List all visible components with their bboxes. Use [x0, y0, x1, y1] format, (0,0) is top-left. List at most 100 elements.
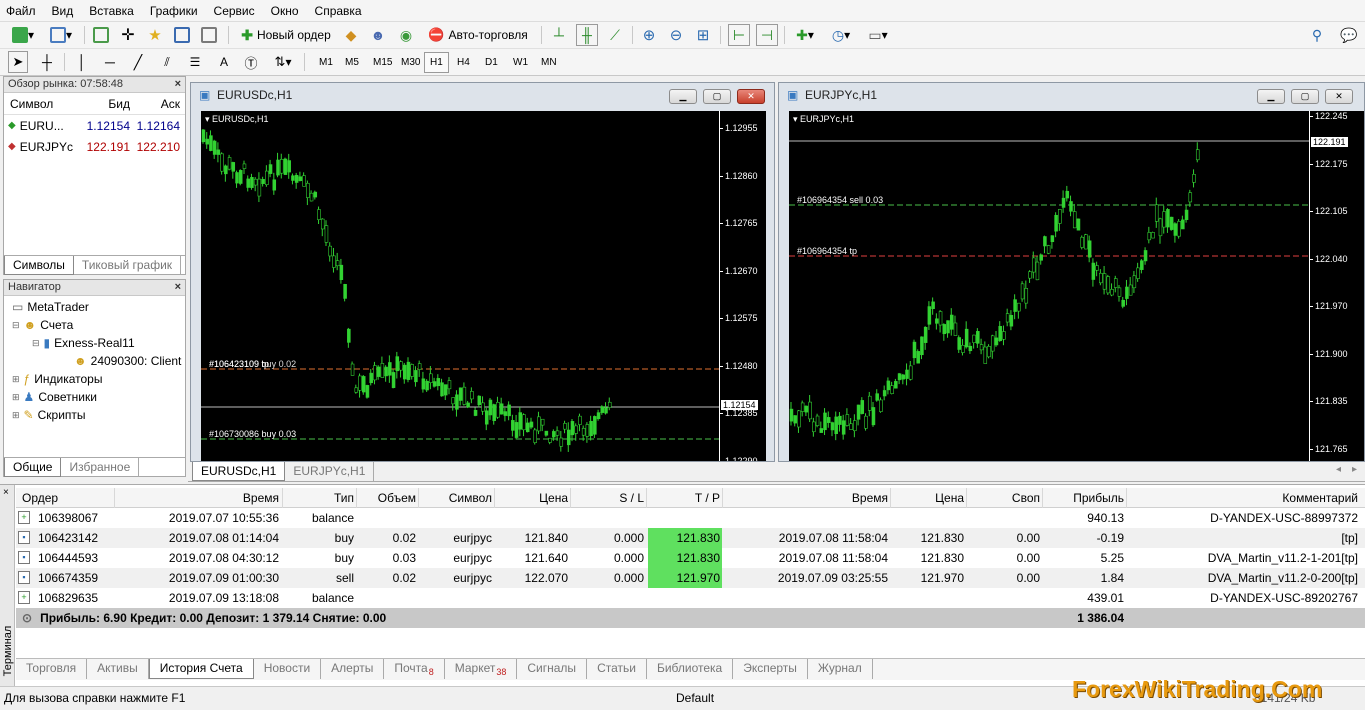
table-row[interactable]: ▪ 106674359 2019.07.09 01:00:30 sell 0.02 eur…: [16, 568, 1365, 588]
nav-scripts[interactable]: ⊞ ✎ Скрипты: [12, 406, 86, 424]
column-header[interactable]: T / P: [648, 488, 720, 508]
menu-tools[interactable]: Сервис: [214, 4, 255, 18]
community-button[interactable]: ☻: [367, 24, 389, 46]
table-row[interactable]: ▪ 106444593 2019.07.08 04:30:12 buy 0.03 eurj…: [16, 548, 1365, 568]
periods-button[interactable]: ◷ ▾: [826, 24, 856, 46]
nav-server[interactable]: ⊟ ▮ Exness-Real11: [32, 334, 135, 352]
market-watch-button[interactable]: [90, 24, 112, 46]
close-button[interactable]: ✕: [1325, 89, 1353, 104]
column-header[interactable]: Прибыль: [1044, 488, 1124, 508]
table-row[interactable]: +106829635 2019.07.09 13:18:08 balance 439.…: [16, 588, 1365, 608]
timeframe-d1-button[interactable]: D1: [480, 52, 503, 73]
indicators-button[interactable]: ✚ ▾: [790, 24, 820, 46]
new-order-button[interactable]: ✚ Новый ордер: [236, 24, 336, 46]
menu-charts[interactable]: Графики: [150, 4, 198, 18]
terminal-tab-11[interactable]: Журнал: [808, 659, 873, 680]
metaeditor-button[interactable]: ◆: [340, 24, 362, 46]
terminal-tab-4[interactable]: Алерты: [321, 659, 385, 680]
terminal-tab-0[interactable]: Торговля: [16, 659, 88, 680]
close-icon[interactable]: ×: [175, 280, 181, 295]
auto-trading-button[interactable]: ⛔ Авто-торговля: [423, 24, 533, 46]
chart-window-eurjpy[interactable]: ▣ EURJPYc,H1 ▁ ▢ ✕ ▾ EURJPYc,H1 #10696435…: [778, 82, 1365, 462]
table-row[interactable]: ▪ 106423142 2019.07.08 01:14:04 buy 0.02 eurj…: [16, 528, 1365, 548]
nav-experts[interactable]: ⊞ ♟ Советники: [12, 388, 97, 406]
column-header[interactable]: Цена: [496, 488, 568, 508]
menu-file[interactable]: Файл: [6, 4, 36, 18]
line-chart-button[interactable]: ⟋: [604, 24, 626, 46]
terminal-tab-2[interactable]: История Счета: [148, 659, 254, 680]
column-header[interactable]: Своп: [968, 488, 1040, 508]
close-button[interactable]: ✕: [737, 89, 765, 104]
terminal-tab-8[interactable]: Статьи: [587, 659, 647, 680]
column-header[interactable]: Время: [724, 488, 888, 508]
column-header[interactable]: Цена: [892, 488, 964, 508]
terminal-tab-10[interactable]: Эксперты: [733, 659, 808, 680]
terminal-tab-7[interactable]: Сигналы: [517, 659, 588, 680]
column-header[interactable]: S / L: [572, 488, 644, 508]
nav-accounts[interactable]: ⊟ ☻ Счета: [12, 316, 73, 334]
chart-window-eurusd[interactable]: ▣ EURUSDc,H1 ▁ ▢ ✕ ▾ EURUSDc,H1 #10642310…: [190, 82, 775, 462]
zoom-out-button[interactable]: ⊖: [665, 24, 687, 46]
close-icon[interactable]: ×: [3, 487, 9, 498]
tab-common[interactable]: Общие: [4, 458, 62, 477]
chart-shift-button[interactable]: ⊣: [756, 24, 778, 46]
timeframe-h4-button[interactable]: H4: [452, 52, 475, 73]
strategy-tester-button[interactable]: [198, 24, 220, 46]
timeframe-m15-button[interactable]: M15: [368, 52, 397, 73]
nav-metatrader[interactable]: ▭ MetaTrader: [12, 298, 89, 316]
zoom-in-button[interactable]: ⊕: [638, 24, 660, 46]
minimize-button[interactable]: ▁: [669, 89, 697, 104]
timeframe-m5-button[interactable]: M5: [340, 52, 364, 73]
data-window-button[interactable]: ✛: [117, 24, 139, 46]
timeframe-mn-button[interactable]: MN: [536, 52, 562, 73]
terminal-tab-3[interactable]: Новости: [254, 659, 322, 680]
navigator-button[interactable]: ★: [144, 24, 166, 46]
terminal-tab-9[interactable]: Библиотека: [647, 659, 734, 680]
tab-symbols[interactable]: Символы: [4, 256, 74, 275]
column-header[interactable]: Комментарий: [1128, 488, 1358, 508]
column-header[interactable]: Тип: [284, 488, 354, 508]
column-header[interactable]: Объем: [358, 488, 416, 508]
text-button[interactable]: A: [214, 51, 234, 73]
close-icon[interactable]: ×: [175, 77, 181, 92]
menu-view[interactable]: Вид: [52, 4, 74, 18]
col-ask[interactable]: Аск: [130, 97, 180, 111]
chat-button[interactable]: 💬: [1336, 24, 1362, 46]
autoscroll-button[interactable]: ⊢: [728, 24, 750, 46]
channel-button[interactable]: ⫽: [156, 51, 178, 73]
search-button[interactable]: ⚲: [1306, 24, 1328, 46]
candles-button[interactable]: ╫: [576, 24, 598, 46]
scroll-right-icon[interactable]: ▸: [1352, 464, 1357, 475]
nav-indicators[interactable]: ⊞ ƒ Индикаторы: [12, 370, 102, 388]
trendline-button[interactable]: ╱: [128, 51, 148, 73]
arrows-button[interactable]: ⇅ ▾: [268, 51, 298, 73]
col-symbol[interactable]: Символ: [4, 97, 80, 111]
timeframe-m1-button[interactable]: M1: [314, 52, 338, 73]
terminal-tab-5[interactable]: Почта8: [384, 659, 445, 680]
signals-button[interactable]: ◉: [395, 24, 417, 46]
column-header[interactable]: Время: [116, 488, 279, 508]
market-watch-row-eurjpy[interactable]: ◆ EURJPYc 122.191 122.210: [4, 136, 185, 157]
maximize-button[interactable]: ▢: [1291, 89, 1319, 104]
timeframe-m30-button[interactable]: M30: [396, 52, 425, 73]
maximize-button[interactable]: ▢: [703, 89, 731, 104]
chart-tab-eurusd[interactable]: EURUSDc,H1: [192, 462, 286, 481]
fibonacci-button[interactable]: ☰: [184, 51, 206, 73]
chart-plot-eurusd[interactable]: ▾ EURUSDc,H1 #106423109 tp #106423109 bu…: [201, 111, 766, 461]
terminal-tab-6[interactable]: Маркет38: [445, 659, 518, 680]
minimize-button[interactable]: ▁: [1257, 89, 1285, 104]
menu-window[interactable]: Окно: [271, 4, 299, 18]
chart-tab-eurjpy[interactable]: EURJPYc,H1: [285, 462, 375, 481]
column-header[interactable]: Символ: [420, 488, 492, 508]
crosshair-tool-button[interactable]: ┼: [36, 51, 58, 73]
templates-button[interactable]: ▭ ▾: [862, 24, 894, 46]
terminal-button[interactable]: [171, 24, 193, 46]
text-label-button[interactable]: Ⓣ: [240, 51, 262, 73]
tile-windows-button[interactable]: ⊞: [692, 24, 714, 46]
chart-plot-eurjpy[interactable]: ▾ EURJPYc,H1 #106964354 sell 0.03 #10696…: [789, 111, 1364, 461]
vertical-line-button[interactable]: │: [72, 51, 92, 73]
col-bid[interactable]: Бид: [80, 97, 130, 111]
horizontal-line-button[interactable]: ─: [100, 51, 120, 73]
market-watch-row-eurusd[interactable]: ◆ EURU... 1.12154 1.12164: [4, 115, 185, 136]
timeframe-w1-button[interactable]: W1: [508, 52, 533, 73]
